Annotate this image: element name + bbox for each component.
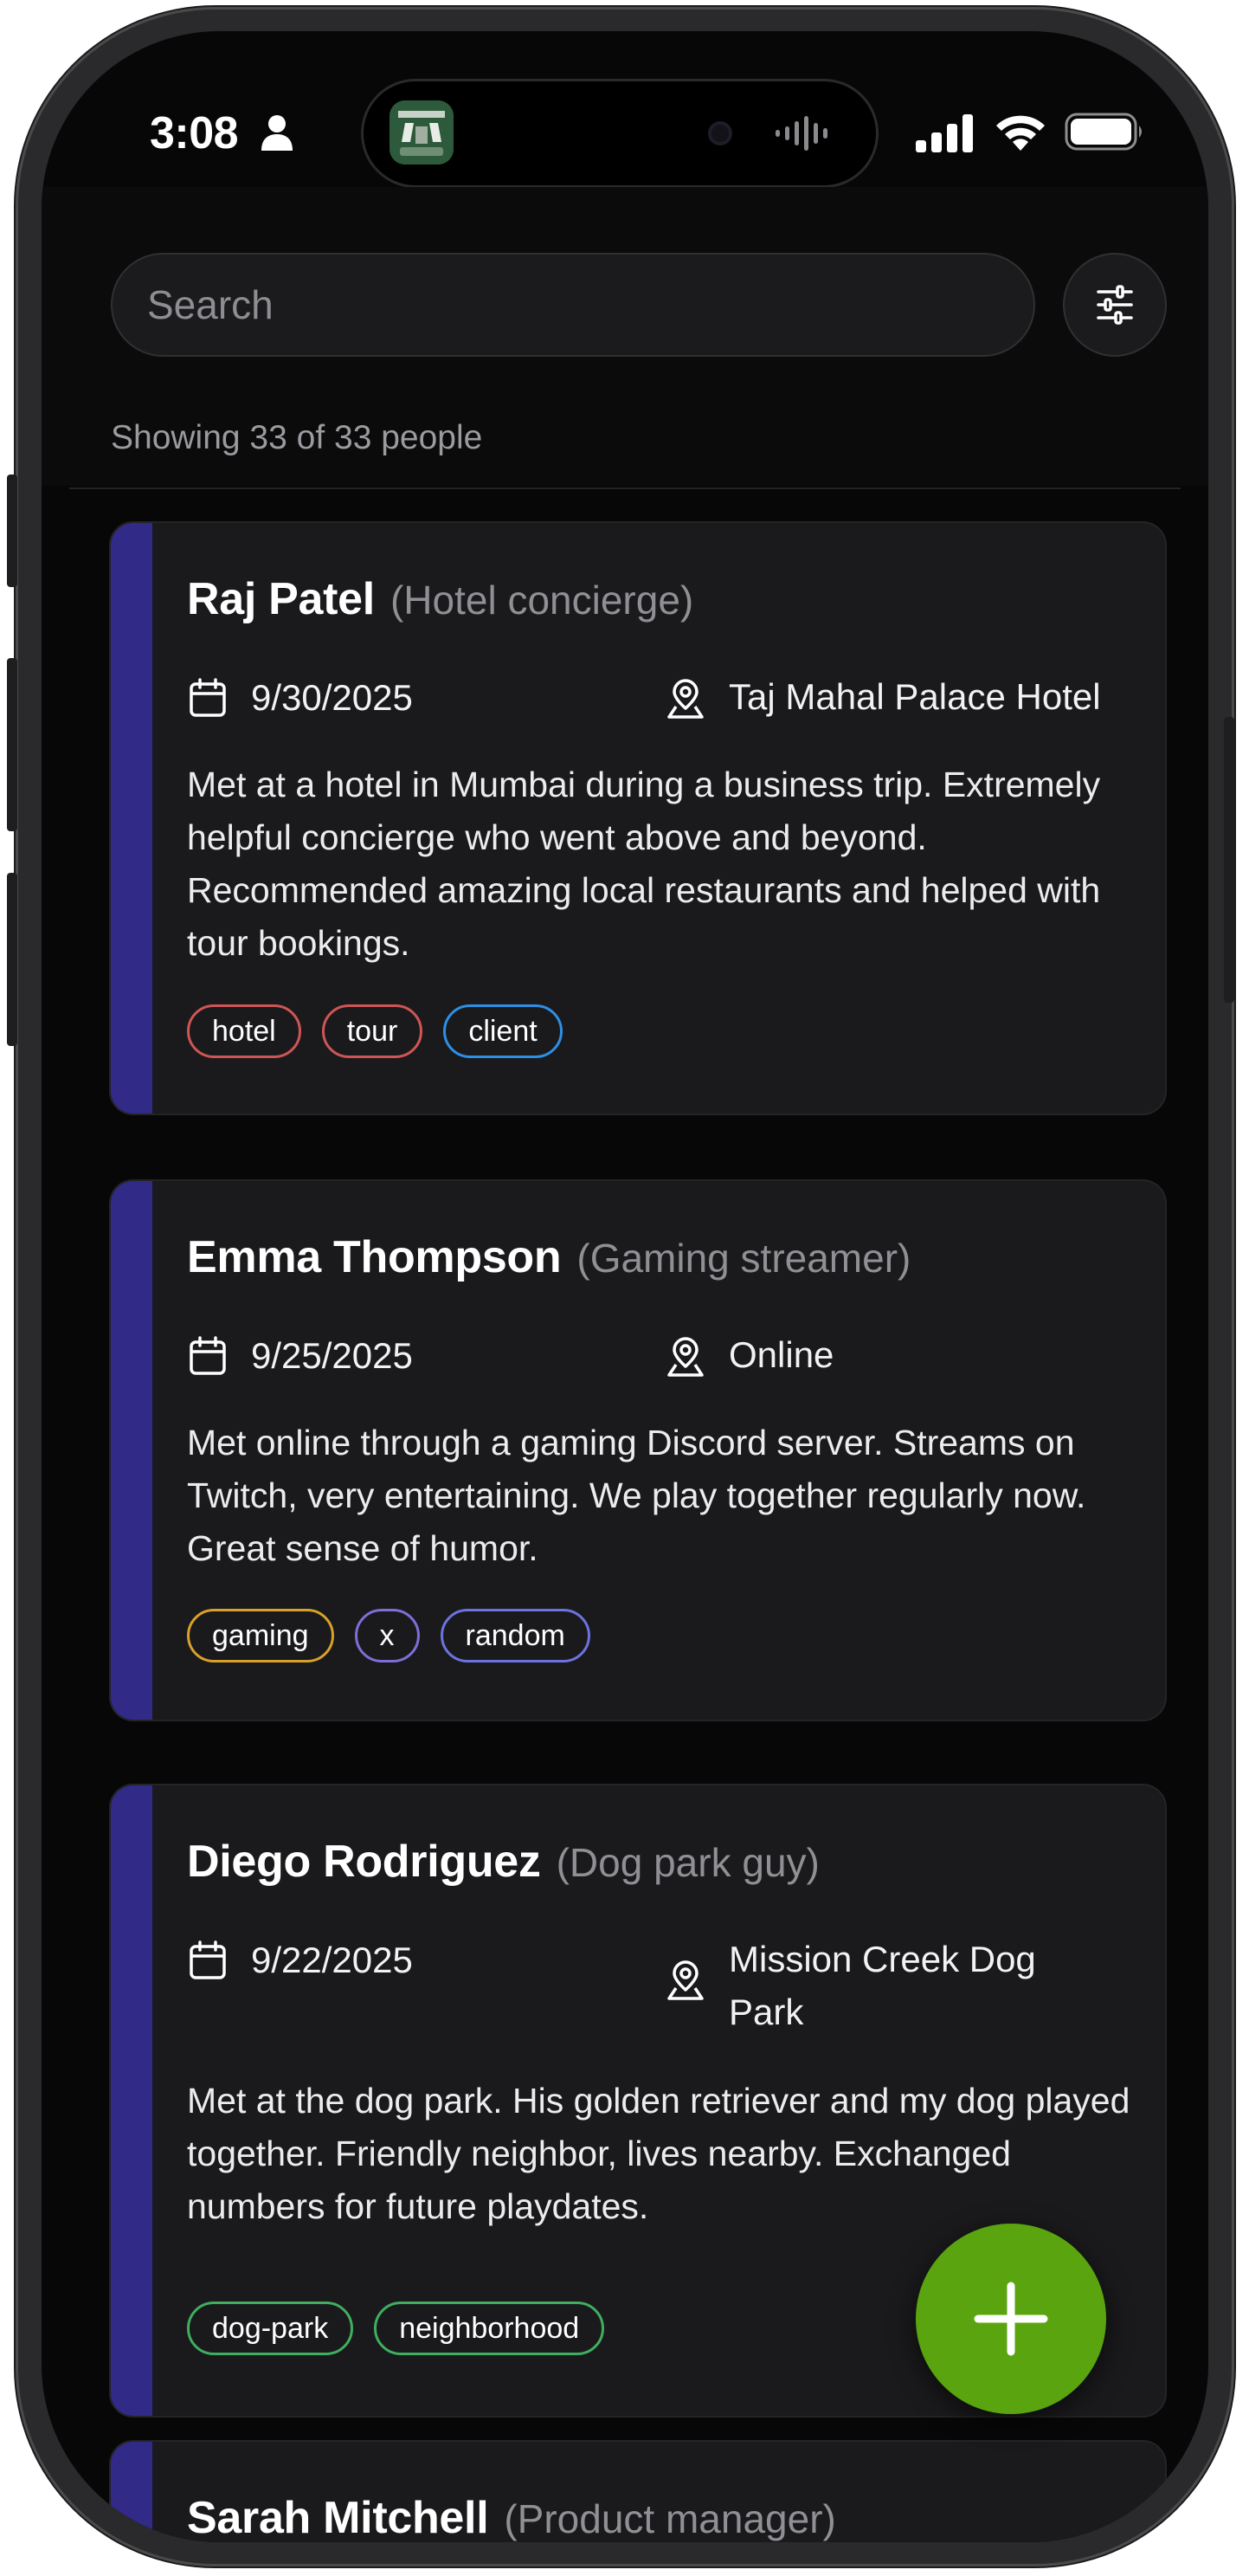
meet-location-text: Mission Creek Dog Park — [729, 1939, 1036, 2032]
person-notes: Met online through a gaming Discord serv… — [187, 1423, 1086, 1568]
header-divider — [69, 487, 1181, 489]
person-role: (Dog park guy) — [556, 1840, 820, 1885]
card-accent-bar — [111, 2442, 152, 2542]
tag-chip[interactable]: neighborhood — [374, 2302, 605, 2355]
plus-icon — [974, 2282, 1048, 2356]
meet-location-text: Online — [729, 1334, 834, 1375]
meet-location-text: Taj Mahal Palace Hotel — [729, 676, 1101, 717]
tag-chip[interactable]: tour — [321, 1004, 423, 1058]
tag-chip[interactable]: random — [440, 1609, 590, 1662]
meet-date: 9/25/2025 — [187, 1335, 413, 1377]
person-name: Diego Rodriguez — [187, 1837, 541, 1887]
person-role: (Product manager) — [504, 2496, 836, 2541]
person-notes: Met at a hotel in Mumbai during a busine… — [187, 765, 1101, 963]
location-pin-icon — [667, 1337, 704, 1377]
meet-location: Mission Creek Dog Park — [665, 1933, 1092, 2038]
power-button — [1224, 717, 1234, 1003]
wifi-icon — [996, 115, 1045, 151]
phone-frame: 3:08 Search Showing 33 of 33 people Raj … — [7, 7, 1234, 2566]
tag-list: dog-park neighborhood — [187, 2302, 605, 2355]
person-name: Emma Thompson — [187, 1232, 562, 1282]
person-notes: Met at the dog park. His golden retrieve… — [187, 2081, 1130, 2226]
location-pin-icon — [667, 679, 704, 719]
card-accent-bar — [111, 1181, 152, 1720]
calendar-icon — [190, 678, 226, 717]
camera-icon — [708, 121, 732, 145]
audio-wave-icon — [776, 116, 827, 151]
meet-location: Taj Mahal Palace Hotel — [665, 670, 1127, 723]
person-icon — [261, 115, 293, 151]
tag-list: hotel tour client — [187, 1004, 563, 1058]
person-name: Sarah Mitchell — [187, 2493, 489, 2542]
search-box[interactable] — [111, 253, 1035, 357]
signal-icon — [916, 114, 973, 152]
tag-chip[interactable]: gaming — [187, 1609, 334, 1662]
filter-button[interactable] — [1063, 253, 1167, 357]
meet-date-text: 9/30/2025 — [251, 677, 413, 718]
volume-up-button — [7, 658, 17, 831]
screen: 3:08 Search Showing 33 of 33 people Raj … — [42, 31, 1208, 2542]
search-input[interactable] — [147, 255, 995, 355]
meet-location: Online — [665, 1328, 1092, 1381]
person-card[interactable]: Raj Patel (Hotel concierge) 9/30/2025 Ta… — [109, 521, 1167, 1115]
meet-date-text: 9/22/2025 — [251, 1940, 413, 1980]
sliders-icon — [1097, 285, 1133, 325]
card-accent-bar — [111, 523, 152, 1114]
meet-date-text: 9/25/2025 — [251, 1335, 413, 1376]
person-role: (Gaming streamer) — [576, 1236, 911, 1281]
person-name: Raj Patel — [187, 574, 375, 624]
action-button — [7, 475, 17, 587]
status-time: 3:08 — [150, 108, 239, 158]
tag-chip[interactable]: x — [354, 1609, 420, 1662]
battery-icon — [1065, 113, 1142, 151]
meet-date: 9/22/2025 — [187, 1940, 413, 1981]
person-role: (Hotel concierge) — [390, 578, 694, 623]
tag-chip[interactable]: client — [443, 1004, 563, 1058]
tag-chip[interactable]: dog-park — [187, 2302, 354, 2355]
calendar-icon — [190, 1336, 226, 1375]
person-card[interactable]: Emma Thompson (Gaming streamer) 9/25/2025 — [109, 1179, 1167, 1721]
app-icon — [390, 100, 454, 165]
meet-date: 9/30/2025 — [187, 677, 413, 719]
dynamic-island — [364, 81, 876, 185]
card-accent-bar — [111, 1785, 152, 2416]
add-person-button[interactable] — [916, 2224, 1106, 2414]
person-card[interactable]: Sarah Mitchell (Product manager) — [109, 2440, 1167, 2542]
results-count: Showing 33 of 33 people — [111, 419, 483, 456]
tag-list: gaming x random — [187, 1609, 590, 1662]
tag-chip[interactable]: hotel — [187, 1004, 301, 1058]
volume-down-button — [7, 873, 17, 1046]
location-pin-icon — [667, 1960, 704, 2000]
calendar-icon — [190, 1940, 226, 1979]
